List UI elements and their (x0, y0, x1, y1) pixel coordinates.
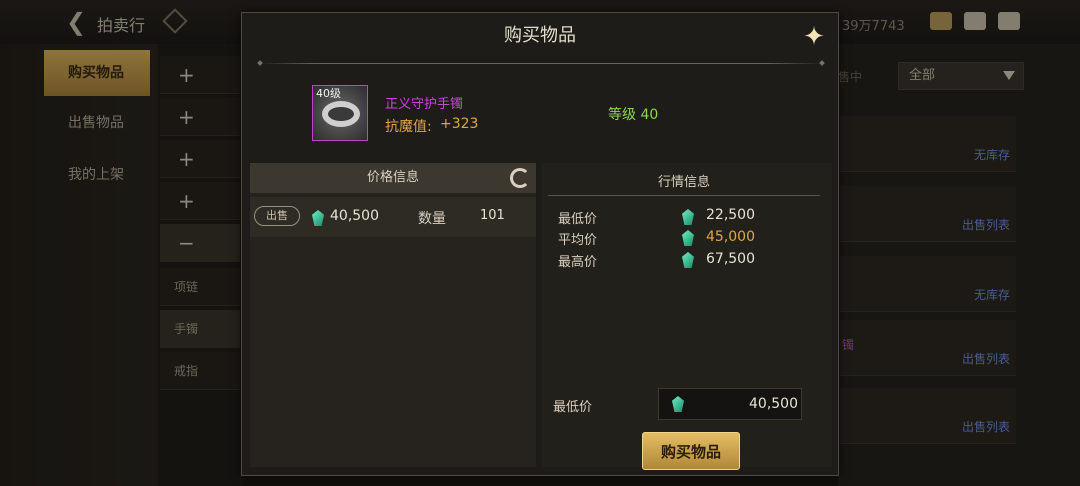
item-name: 正义守护手镯 (385, 97, 464, 112)
bracelet-icon (322, 101, 360, 127)
item-stat-label: 抗魔值: (385, 119, 432, 135)
market-max-label: 最高价 (558, 255, 598, 270)
row-qty: 101 (480, 208, 505, 223)
market-avg-value: 45,000 (706, 229, 755, 245)
divider (258, 63, 824, 64)
item-stat-value: +323 (440, 116, 479, 132)
close-button[interactable]: ✦ (798, 21, 830, 53)
divider (548, 195, 820, 196)
market-min-label: 最低价 (558, 212, 598, 227)
buy-dialog: 购买物品 ✦ 40级 正义守护手镯 抗魔值: +323 等级 40 价格信息 出… (241, 12, 839, 476)
row-qty-label: 数量 (418, 211, 446, 227)
market-min-value: 22,500 (706, 207, 755, 223)
item-level-badge: 40级 (316, 87, 341, 100)
market-avg-label: 平均价 (558, 233, 598, 248)
min-price-value: 40,500 (749, 396, 798, 412)
item-grade: 等级 40 (608, 107, 659, 123)
market-panel-title: 行情信息 (657, 175, 710, 190)
min-price-label: 最低价 (553, 400, 593, 415)
price-panel-title: 价格信息 (366, 170, 419, 185)
buy-button[interactable]: 购买物品 (642, 432, 740, 470)
row-price: 40,500 (330, 208, 379, 224)
refresh-icon[interactable] (510, 168, 530, 188)
market-max-value: 67,500 (706, 251, 755, 267)
dialog-title: 购买物品 (504, 25, 576, 46)
sell-badge: 出售 (254, 206, 300, 226)
